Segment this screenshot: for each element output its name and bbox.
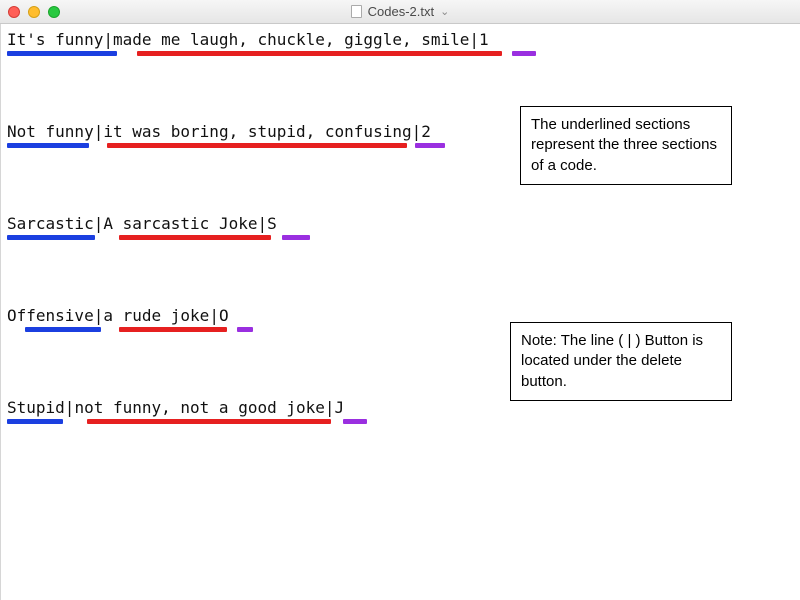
chevron-down-icon: ⌄ <box>440 5 449 18</box>
code-block: It's funny|made me laugh, chuckle, giggl… <box>7 30 794 56</box>
window-titlebar: Codes-2.txt ⌄ <box>0 0 800 24</box>
title-center: Codes-2.txt ⌄ <box>0 4 800 19</box>
code-part-id: O <box>219 306 229 325</box>
underline-row <box>7 51 794 56</box>
window-filename: Codes-2.txt <box>368 4 434 19</box>
underline-blue <box>7 235 95 240</box>
underline-purple <box>343 419 367 424</box>
annotation-text: The underlined sections represent the th… <box>531 116 717 174</box>
code-part-label: Sarcastic <box>7 214 94 233</box>
maximize-button[interactable] <box>48 6 60 18</box>
code-part-desc: a rude joke <box>103 306 209 325</box>
underline-blue <box>7 51 117 56</box>
code-part-id: J <box>335 398 345 417</box>
code-part-label: Not funny <box>7 122 94 141</box>
code-part-desc: made me laugh, chuckle, giggle, smile <box>113 30 469 49</box>
code-part-id: S <box>267 214 277 233</box>
document-icon <box>351 5 362 18</box>
code-line: Sarcastic|A sarcastic Joke|S <box>7 214 794 233</box>
underline-purple <box>512 51 536 56</box>
underline-blue <box>7 143 89 148</box>
underline-red <box>137 51 502 56</box>
underline-row <box>7 419 794 424</box>
code-part-id: 1 <box>479 30 489 49</box>
underline-purple <box>415 143 445 148</box>
underline-purple <box>282 235 310 240</box>
underline-blue <box>7 419 63 424</box>
underline-blue <box>25 327 101 332</box>
code-part-id: 2 <box>421 122 431 141</box>
traffic-lights <box>0 6 60 18</box>
code-part-label: Stupid <box>7 398 65 417</box>
minimize-button[interactable] <box>28 6 40 18</box>
code-line: It's funny|made me laugh, chuckle, giggl… <box>7 30 794 49</box>
underline-purple <box>237 327 253 332</box>
underline-red <box>87 419 331 424</box>
underline-red <box>119 235 271 240</box>
code-part-desc: A sarcastic Joke <box>103 214 257 233</box>
code-part-desc: it was boring, stupid, confusing <box>103 122 411 141</box>
underline-row <box>7 235 794 240</box>
code-part-label: It's funny <box>7 30 103 49</box>
code-part-desc: not funny, not a good joke <box>74 398 324 417</box>
close-button[interactable] <box>8 6 20 18</box>
annotation-note: Note: The line ( | ) Button is located u… <box>510 322 732 401</box>
code-part-label: Offensive <box>7 306 94 325</box>
annotation-text: Note: The line ( | ) Button is located u… <box>521 332 703 390</box>
annotation-note: The underlined sections represent the th… <box>520 106 732 185</box>
code-line: Stupid|not funny, not a good joke|J <box>7 398 794 417</box>
code-block: Sarcastic|A sarcastic Joke|S <box>7 214 794 240</box>
underline-red <box>107 143 407 148</box>
code-block: Stupid|not funny, not a good joke|J <box>7 398 794 424</box>
underline-red <box>119 327 227 332</box>
